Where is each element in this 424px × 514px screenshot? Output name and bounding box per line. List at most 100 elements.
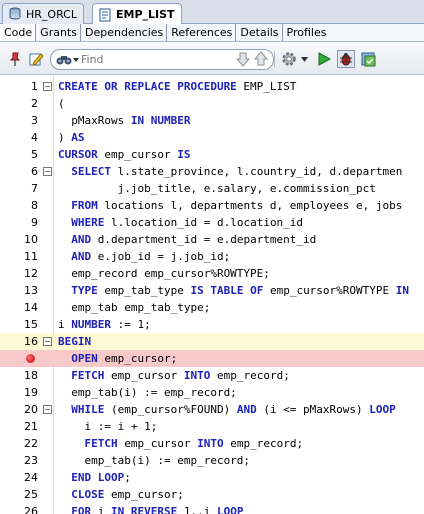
code-line[interactable]: 11 AND e.job_id = j.job_id; bbox=[0, 248, 424, 265]
pin-icon[interactable] bbox=[6, 50, 24, 68]
code-token: := 1; bbox=[111, 318, 151, 331]
line-number: 5 bbox=[31, 148, 38, 161]
code-line[interactable]: 8 FROM locations l, departments d, emplo… bbox=[0, 197, 424, 214]
code-token: emp_cursor bbox=[104, 369, 184, 382]
code-token: pMaxRows bbox=[58, 114, 131, 127]
keyword-token: IN REVERSE bbox=[111, 505, 178, 514]
code-line[interactable]: 5 CURSOR emp_cursor IS bbox=[0, 146, 424, 163]
breakpoint-icon[interactable] bbox=[26, 354, 35, 363]
edit-icon[interactable] bbox=[27, 50, 45, 68]
tab-details[interactable]: Details bbox=[236, 24, 283, 41]
tab-grants[interactable]: Grants bbox=[36, 24, 81, 41]
keyword-token: FETCH bbox=[84, 437, 118, 450]
fold-toggle-icon[interactable]: − bbox=[43, 337, 52, 346]
keyword-token: CURSOR bbox=[58, 148, 98, 161]
code-token: emp_tab emp_tab_type; bbox=[58, 301, 211, 314]
code-line[interactable]: 24 END LOOP; bbox=[0, 469, 424, 486]
find-previous-icon[interactable] bbox=[252, 50, 270, 68]
code-line[interactable]: 21 i := i + 1; bbox=[0, 418, 424, 435]
code-line[interactable]: 6− SELECT l.state_province, l.country_id… bbox=[0, 163, 424, 180]
line-number: 4 bbox=[31, 131, 38, 144]
debug-icon[interactable] bbox=[337, 50, 355, 68]
code-line[interactable]: 2( bbox=[0, 95, 424, 112]
code-line[interactable]: 13 TYPE emp_tab_type IS TABLE OF emp_cur… bbox=[0, 282, 424, 299]
code-line[interactable]: 23 emp_tab(i) := emp_record; bbox=[0, 452, 424, 469]
code-line[interactable]: 20− WHILE (emp_cursor%FOUND) AND (i <= p… bbox=[0, 401, 424, 418]
line-number: 13 bbox=[24, 284, 38, 297]
line-number: 10 bbox=[24, 233, 38, 246]
code-line[interactable]: 19 emp_tab(i) := emp_record; bbox=[0, 384, 424, 401]
code-text: i := i + 1; bbox=[58, 418, 157, 435]
code-line[interactable]: 7 j.job_title, e.salary, e.commission_pc… bbox=[0, 180, 424, 197]
code-token: e.job_id = j.job_id; bbox=[91, 250, 231, 263]
keyword-token: FETCH bbox=[71, 369, 105, 382]
find-next-icon[interactable] bbox=[234, 50, 252, 68]
line-number: 2 bbox=[31, 97, 38, 110]
tab-references[interactable]: References bbox=[167, 24, 237, 41]
code-line[interactable]: 9 WHERE l.location_id = d.location_id bbox=[0, 214, 424, 231]
code-text: CREATE OR REPLACE PROCEDURE EMP_LIST bbox=[58, 78, 296, 95]
compile-icon[interactable] bbox=[360, 50, 378, 68]
code-text: AND e.job_id = j.job_id; bbox=[58, 248, 230, 265]
line-number: 16 bbox=[24, 335, 38, 348]
keyword-token: NUMBER bbox=[71, 318, 111, 331]
code-line[interactable]: 14 emp_tab emp_tab_type; bbox=[0, 299, 424, 316]
chevron-down-icon[interactable] bbox=[73, 58, 79, 62]
find-binoculars-icon[interactable] bbox=[56, 53, 72, 69]
editor-sub-tabs: Code Grants Dependencies References Deta… bbox=[0, 24, 424, 42]
code-token: i := i + 1; bbox=[58, 420, 158, 433]
doc-tab-label: HR_ORCL bbox=[26, 7, 77, 21]
code-line[interactable]: 10 AND d.department_id = e.department_id bbox=[0, 231, 424, 248]
code-line[interactable]: 15 i NUMBER := 1; bbox=[0, 316, 424, 333]
tab-code[interactable]: Code bbox=[0, 24, 37, 41]
code-line[interactable]: 22 FETCH emp_cursor INTO emp_record; bbox=[0, 435, 424, 452]
tab-dependencies[interactable]: Dependencies bbox=[81, 24, 168, 41]
code-line[interactable]: 18 FETCH emp_cursor INTO emp_record; bbox=[0, 367, 424, 384]
doc-tab-hr-orcl[interactable]: SQL HR_ORCL bbox=[2, 3, 84, 24]
code-line[interactable]: 26 FOR i IN REVERSE 1..i LOOP bbox=[0, 503, 424, 514]
code-token: emp_cursor bbox=[117, 437, 198, 450]
keyword-token: FROM bbox=[71, 199, 98, 212]
chevron-down-icon[interactable] bbox=[300, 50, 308, 68]
keyword-token: INTO bbox=[197, 437, 224, 450]
line-number: 14 bbox=[24, 301, 38, 314]
keyword-token: AND bbox=[71, 250, 92, 263]
line-number: 1 bbox=[31, 80, 38, 93]
code-token: locations l, departments d, employees e,… bbox=[97, 199, 403, 212]
keyword-token: IN bbox=[395, 284, 410, 297]
code-line[interactable]: 12 emp_record emp_cursor%ROWTYPE; bbox=[0, 265, 424, 282]
code-text: FETCH emp_cursor INTO emp_record; bbox=[58, 367, 290, 384]
code-token: emp_record emp_cursor%ROWTYPE; bbox=[58, 267, 270, 280]
toolbar-separator bbox=[274, 51, 275, 67]
fold-toggle-icon[interactable]: − bbox=[43, 82, 52, 91]
keyword-token: END LOOP bbox=[71, 471, 125, 484]
fold-toggle-icon[interactable]: − bbox=[43, 405, 52, 414]
tab-profiles[interactable]: Profiles bbox=[283, 24, 330, 41]
code-token: emp_tab(i) := emp_record; bbox=[58, 386, 237, 399]
fold-toggle-icon[interactable]: − bbox=[43, 167, 52, 176]
code-line[interactable]: 3 pMaxRows IN NUMBER bbox=[0, 112, 424, 129]
code-token: ( bbox=[58, 97, 65, 110]
run-icon[interactable] bbox=[315, 50, 333, 68]
code-line[interactable]: 25 CLOSE emp_cursor; bbox=[0, 486, 424, 503]
code-line[interactable]: 1− CREATE OR REPLACE PROCEDURE EMP_LIST bbox=[0, 78, 424, 95]
line-number: 25 bbox=[24, 488, 38, 501]
line-number: 18 bbox=[24, 369, 38, 382]
code-text: FETCH emp_cursor INTO emp_record; bbox=[58, 435, 304, 452]
doc-tab-emp-list[interactable]: EMP_LIST bbox=[92, 3, 182, 25]
code-text: pMaxRows IN NUMBER bbox=[58, 112, 190, 129]
code-line[interactable]: 4 ) AS bbox=[0, 129, 424, 146]
code-token: l.location_id = d.location_id bbox=[104, 216, 304, 229]
code-line[interactable]: 16− BEGIN bbox=[0, 333, 424, 350]
keyword-token: IS bbox=[177, 148, 191, 161]
code-line[interactable]: OPEN emp_cursor; bbox=[0, 350, 424, 367]
settings-gear-icon[interactable] bbox=[280, 50, 298, 68]
find-input[interactable] bbox=[81, 52, 251, 67]
code-text: ) AS bbox=[58, 129, 85, 146]
code-editor[interactable]: 1− CREATE OR REPLACE PROCEDURE EMP_LIST 2(… bbox=[0, 76, 424, 514]
code-token: (i <= pMaxRows) bbox=[256, 403, 370, 416]
